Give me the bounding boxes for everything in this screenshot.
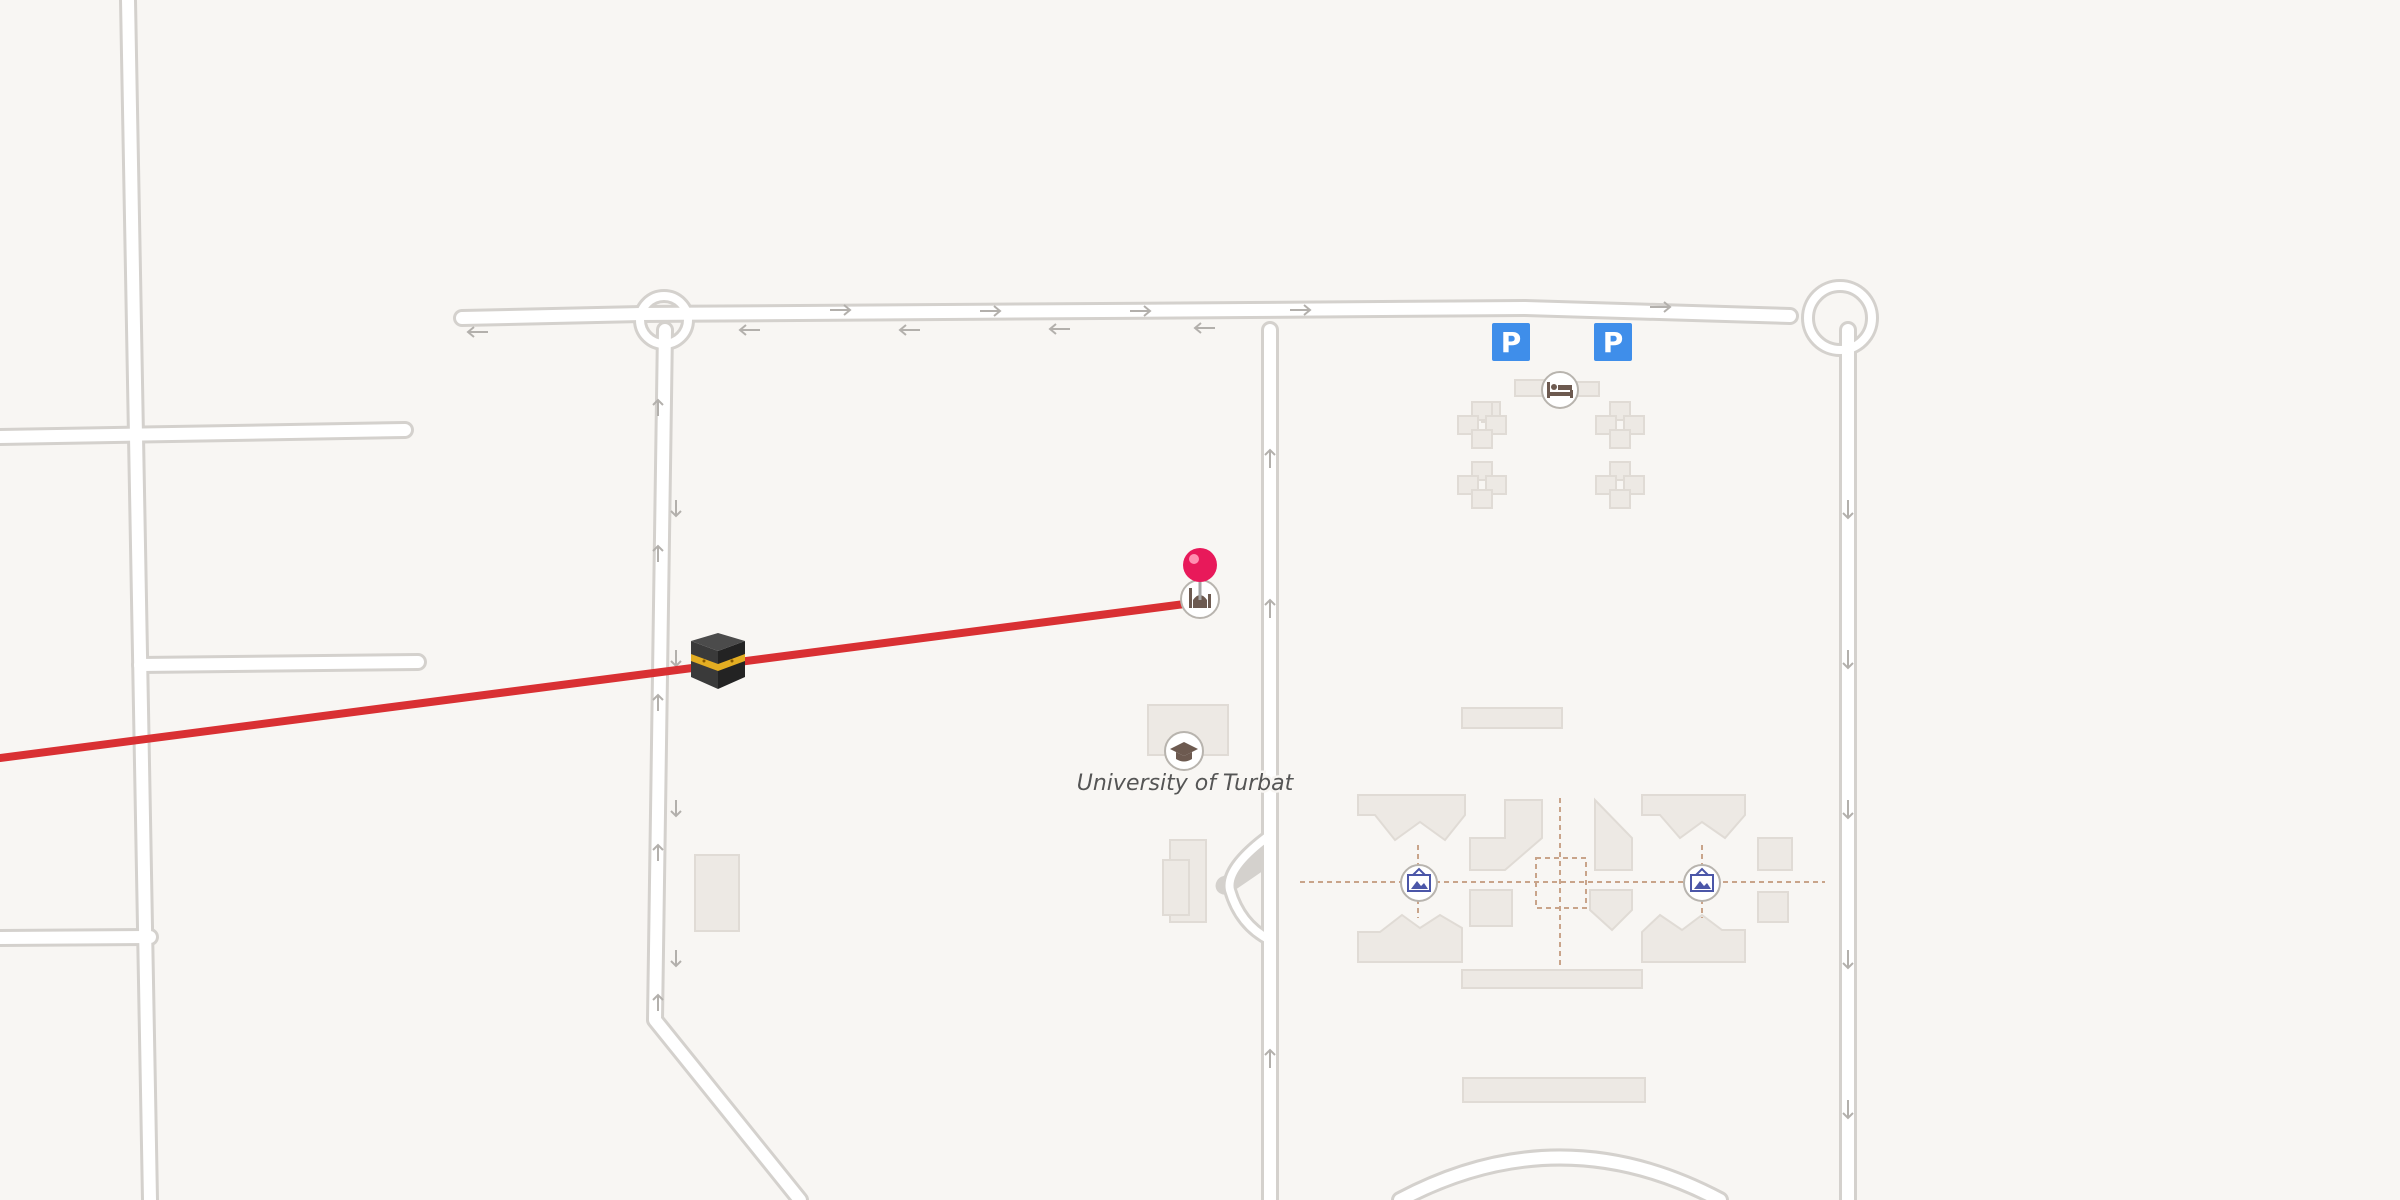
gallery-poi-east[interactable] [1683,864,1721,902]
road-network [0,0,1879,1200]
parking-label: P [1501,326,1522,359]
lodging-poi[interactable] [1541,371,1579,409]
campus-label: University of Turbat [1077,771,1295,796]
map-canvas[interactable]: P P University of Turbat [0,0,2400,1200]
qibla-direction-line [0,598,1204,762]
kaaba-origin[interactable] [691,633,745,689]
buildings [694,379,1793,1103]
parking-label: P [1603,326,1624,359]
gallery-poi-west[interactable] [1400,864,1438,902]
parking-east[interactable]: P [1594,323,1632,361]
parking-west[interactable]: P [1492,323,1530,361]
university-poi[interactable] [1164,731,1204,771]
kaaba-icon [691,633,745,689]
